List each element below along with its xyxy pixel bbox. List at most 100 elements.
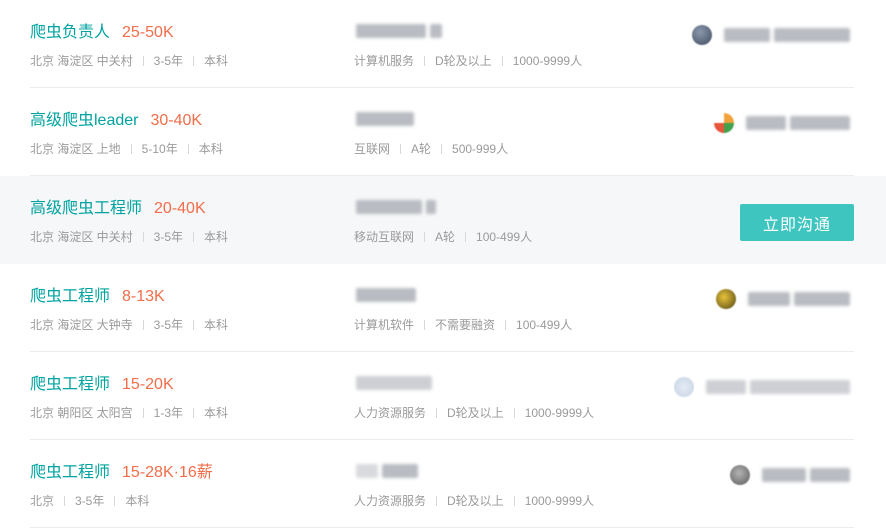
divider <box>142 56 144 66</box>
job-card[interactable]: 爬虫工程师 15-20K 北京 朝阳区 太阳宫 1-3年 本科 人力资源服务 D轮及以上… <box>0 352 886 440</box>
job-requirements: 北京 3-5年 本科 <box>30 492 149 510</box>
company-name-redacted[interactable] <box>356 462 422 484</box>
job-card[interactable]: 爬虫工程师 15-28K·16薪 北京 3-5年 本科 人力资源服务 D轮及以上 1000… <box>0 440 886 528</box>
recruiter-info[interactable] <box>714 112 854 134</box>
divider <box>424 56 426 66</box>
recruiter-info[interactable] <box>692 24 854 46</box>
job-title[interactable]: 高级爬虫工程师 <box>30 200 142 217</box>
company-name-redacted[interactable] <box>356 374 436 396</box>
job-education: 本科 <box>204 54 229 68</box>
company-size: 100-499人 <box>516 318 573 332</box>
company-size: 100-499人 <box>476 230 533 244</box>
job-card[interactable]: 爬虫负责人 25-50K 北京 海淀区 中关村 3-5年 本科 计算机服务 D轮及以上 1… <box>0 0 886 88</box>
job-experience: 3-5年 <box>75 494 105 508</box>
job-title-line[interactable]: 爬虫工程师 15-20K <box>30 374 174 396</box>
company-info: 移动互联网 A轮 100-499人 <box>354 228 532 246</box>
company-name-redacted[interactable] <box>356 22 446 44</box>
job-title[interactable]: 爬虫工程师 <box>30 464 110 481</box>
job-card[interactable]: 高级爬虫leader 30-40K 北京 海淀区 上地 5-10年 本科 互联网 A轮 5… <box>0 88 886 176</box>
divider <box>64 496 66 506</box>
job-location: 北京 <box>30 494 55 508</box>
redacted-text <box>356 23 426 38</box>
job-title-line[interactable]: 高级爬虫工程师 20-40K <box>30 198 206 220</box>
job-experience: 5-10年 <box>141 142 178 156</box>
job-salary: 15-28K·16薪 <box>122 464 213 481</box>
job-title[interactable]: 爬虫负责人 <box>30 24 110 41</box>
job-salary: 30-40K <box>150 112 203 129</box>
job-requirements: 北京 朝阳区 太阳宫 1-3年 本科 <box>30 404 228 422</box>
company-industry: 互联网 <box>354 142 391 156</box>
redacted-text <box>724 28 770 42</box>
job-salary: 20-40K <box>154 200 206 217</box>
job-experience: 3-5年 <box>153 54 184 68</box>
job-title[interactable]: 爬虫工程师 <box>30 288 110 305</box>
job-education: 本科 <box>204 406 229 420</box>
recruiter-info[interactable] <box>730 464 854 486</box>
job-requirements: 北京 海淀区 上地 5-10年 本科 <box>30 140 223 158</box>
divider <box>193 408 195 418</box>
company-stage: D轮及以上 <box>435 54 492 68</box>
divider <box>501 56 503 66</box>
divider <box>513 408 515 418</box>
divider <box>465 232 467 242</box>
company-name-redacted[interactable] <box>356 110 418 132</box>
company-stage: 不需要融资 <box>435 318 496 332</box>
company-stage: A轮 <box>435 230 456 244</box>
company-info: 互联网 A轮 500-999人 <box>354 140 508 158</box>
divider <box>513 496 515 506</box>
company-size: 1000-9999人 <box>524 494 595 508</box>
company-stage: A轮 <box>411 142 432 156</box>
divider <box>142 232 144 242</box>
divider <box>436 496 438 506</box>
chat-now-button[interactable]: 立即沟通 <box>740 204 854 241</box>
company-info: 人力资源服务 D轮及以上 1000-9999人 <box>354 404 594 422</box>
job-title[interactable]: 爬虫工程师 <box>30 376 110 393</box>
redacted-text <box>746 116 786 130</box>
company-size: 500-999人 <box>452 142 509 156</box>
job-salary: 25-50K <box>122 24 174 41</box>
company-industry: 计算机服务 <box>354 54 415 68</box>
redacted-text <box>430 23 442 38</box>
redacted-text <box>794 292 850 306</box>
company-name-redacted[interactable] <box>356 286 420 308</box>
job-location: 北京 海淀区 中关村 <box>30 54 133 68</box>
company-size: 1000-9999人 <box>512 54 583 68</box>
job-title-line[interactable]: 爬虫工程师 8-13K <box>30 286 165 308</box>
company-industry: 计算机软件 <box>354 318 415 332</box>
job-title[interactable]: 高级爬虫leader <box>30 112 138 129</box>
job-title-line[interactable]: 爬虫工程师 15-28K·16薪 <box>30 462 213 484</box>
job-title-line[interactable]: 爬虫负责人 25-50K <box>30 22 174 44</box>
company-stage: D轮及以上 <box>447 406 504 420</box>
job-education: 本科 <box>125 494 150 508</box>
job-location: 北京 朝阳区 太阳宫 <box>30 406 133 420</box>
job-requirements: 北京 海淀区 中关村 3-5年 本科 <box>30 228 228 246</box>
redacted-text <box>762 468 806 482</box>
job-card-hovered[interactable]: 高级爬虫工程师 20-40K 北京 海淀区 中关村 3-5年 本科 移动互联网 A轮 10… <box>0 176 886 264</box>
divider <box>400 144 402 154</box>
divider <box>130 144 132 154</box>
company-info: 计算机软件 不需要融资 100-499人 <box>354 316 572 334</box>
divider <box>142 320 144 330</box>
company-industry: 移动互联网 <box>354 230 415 244</box>
divider <box>193 320 195 330</box>
divider <box>424 232 426 242</box>
company-stage: D轮及以上 <box>447 494 504 508</box>
job-title-line[interactable]: 高级爬虫leader 30-40K <box>30 110 202 132</box>
company-size: 1000-9999人 <box>524 406 595 420</box>
recruiter-info[interactable] <box>716 288 854 310</box>
divider <box>142 408 144 418</box>
job-card[interactable]: 爬虫工程师 8-13K 北京 海淀区 大钟寺 3-5年 本科 计算机软件 不需要融资 10… <box>0 264 886 352</box>
recruiter-avatar <box>730 465 750 485</box>
company-name-redacted[interactable] <box>356 198 440 220</box>
company-info: 计算机服务 D轮及以上 1000-9999人 <box>354 52 582 70</box>
job-salary: 15-20K <box>122 376 174 393</box>
redacted-text <box>356 375 432 390</box>
job-location: 北京 海淀区 中关村 <box>30 230 133 244</box>
recruiter-info[interactable] <box>674 376 854 398</box>
divider <box>114 496 116 506</box>
job-requirements: 北京 海淀区 中关村 3-5年 本科 <box>30 52 228 70</box>
redacted-text <box>706 380 746 394</box>
divider <box>436 408 438 418</box>
job-experience: 1-3年 <box>153 406 184 420</box>
job-experience: 3-5年 <box>153 318 184 332</box>
